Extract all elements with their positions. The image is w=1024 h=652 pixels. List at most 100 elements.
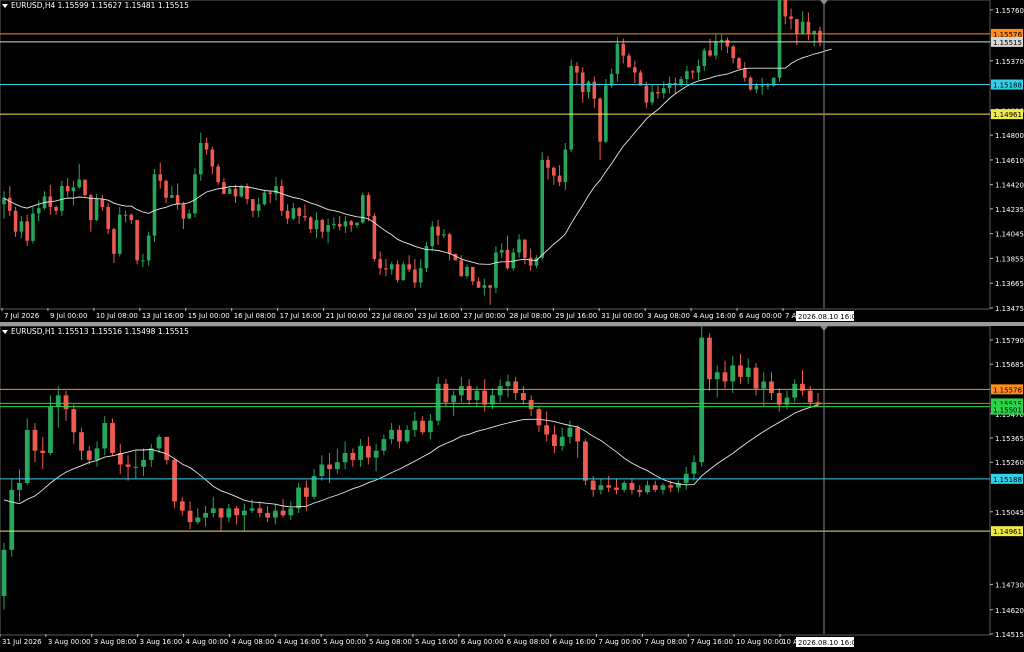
chart-canvas-h1[interactable]: 1.157901.156851.154701.153651.152601.150… — [0, 326, 1024, 652]
candle — [614, 478, 619, 495]
candle — [129, 213, 134, 224]
candle — [544, 411, 550, 442]
candle — [795, 19, 799, 46]
candle — [117, 443, 123, 474]
candle — [308, 216, 313, 233]
candle — [349, 219, 354, 232]
candle — [297, 206, 301, 224]
candle — [638, 69, 643, 86]
candle — [427, 413, 433, 440]
price-level-tag-label: 1.15188 — [993, 82, 1022, 90]
chart-header-h1: EURUSD,H1 1.15513 1.15516 1.15498 1.1551… — [2, 327, 189, 336]
price-level-tag-label: 1.15576 — [993, 386, 1022, 394]
candle — [691, 455, 697, 481]
h4-price-tick-label: 1.14420 — [995, 182, 1024, 190]
candle — [633, 60, 637, 83]
candle — [513, 376, 519, 400]
candle — [511, 248, 516, 271]
candle — [753, 363, 759, 396]
candle — [203, 506, 208, 527]
candle — [604, 79, 608, 143]
chart-canvas-h4[interactable]: 1.157601.153701.149901.148001.146101.144… — [0, 0, 1024, 322]
candle — [523, 239, 527, 265]
candle — [476, 277, 481, 288]
candle — [505, 374, 511, 398]
h1-plot-frame — [0, 326, 991, 636]
time-cursor-marker-icon[interactable] — [820, 0, 828, 5]
h1-time-tick-label: 7 Aug 08:00 — [644, 638, 687, 646]
chart-pane-h1[interactable]: 1.15790 1.15685 1.15470 1.15365 1.15260 1.150… — [0, 326, 1024, 652]
h4-price-tick-label: 1.13665 — [995, 280, 1024, 288]
h1-time-tick-label: 3 Aug 16:00 — [140, 638, 183, 646]
candle — [447, 232, 452, 261]
candle — [210, 146, 215, 175]
candle — [707, 333, 712, 391]
candle — [358, 439, 364, 467]
h4-time-tick-label: 3 Aug 08:00 — [647, 312, 690, 320]
candle — [314, 212, 319, 239]
candle — [311, 469, 317, 500]
candle — [725, 37, 730, 53]
candle — [241, 503, 247, 532]
candle — [326, 218, 330, 244]
candle — [505, 235, 510, 270]
candle — [517, 234, 521, 258]
candle — [685, 66, 689, 85]
candle — [551, 166, 556, 185]
h1-price-tick-label: 1.15685 — [995, 361, 1024, 369]
candle — [777, 0, 782, 82]
chart-symbol-label: EURUSD,H4 1.15599 1.15627 1.15481 1.1551… — [11, 1, 189, 10]
h4-time-tick-label: 31 Jul 00:00 — [601, 312, 643, 320]
candle — [645, 480, 650, 495]
chart-header-h4: EURUSD,H4 1.15599 1.15627 1.15481 1.1551… — [2, 1, 189, 10]
candle — [25, 214, 29, 247]
candle — [384, 259, 388, 277]
h1-time-tick-label: 7 Aug 16:00 — [690, 638, 733, 646]
candle — [319, 455, 325, 481]
h1-price-tick-label: 1.15365 — [995, 435, 1024, 443]
candle — [404, 425, 410, 444]
candle — [251, 199, 255, 218]
h4-time-marker-label: 2026.08.10 16:00 — [798, 313, 860, 321]
candle — [567, 420, 573, 444]
time-cursor-marker-icon[interactable] — [820, 326, 828, 331]
candle — [812, 30, 817, 47]
candle — [71, 404, 77, 444]
candle — [586, 80, 591, 99]
candle — [598, 478, 604, 495]
h1-price-tick-label: 1.15260 — [995, 459, 1024, 467]
h4-time-tick-label: 15 Jul 00:00 — [188, 312, 230, 320]
dropdown-triangle-icon[interactable] — [2, 4, 8, 8]
h1-time-tick-label: 31 Jul 2026 — [2, 638, 42, 646]
candle — [789, 8, 793, 30]
chart-symbol-label: EURUSD,H1 1.15513 1.15516 1.15498 1.1551… — [11, 327, 189, 336]
candle — [102, 416, 108, 456]
h4-time-tick-label: 23 Jul 16:00 — [417, 312, 459, 320]
candle — [63, 390, 69, 421]
candle — [179, 496, 185, 516]
candle — [245, 183, 249, 205]
h1-time-tick-label: 3 Aug 00:00 — [48, 638, 91, 646]
h1-price-tick-label: 1.15790 — [995, 337, 1024, 345]
chart-pane-h4[interactable]: 1.157601.153701.149901.148001.146101.144… — [0, 0, 1024, 322]
candle — [676, 480, 681, 493]
candle — [350, 448, 356, 467]
candle — [534, 255, 539, 269]
candle — [279, 179, 284, 217]
h4-time-tick-label: 9 Jul 00:00 — [50, 312, 88, 320]
candle — [148, 443, 154, 467]
candle — [488, 285, 492, 305]
candle — [776, 388, 782, 412]
candle — [818, 26, 822, 47]
candle — [361, 192, 365, 224]
candle — [106, 202, 110, 235]
candle — [94, 193, 99, 222]
candle — [170, 186, 174, 198]
candle — [332, 217, 336, 230]
candle — [559, 427, 565, 451]
dropdown-triangle-icon[interactable] — [2, 330, 8, 334]
candle — [722, 360, 728, 389]
candle — [291, 202, 296, 220]
candle — [708, 38, 712, 57]
candle — [771, 77, 776, 87]
